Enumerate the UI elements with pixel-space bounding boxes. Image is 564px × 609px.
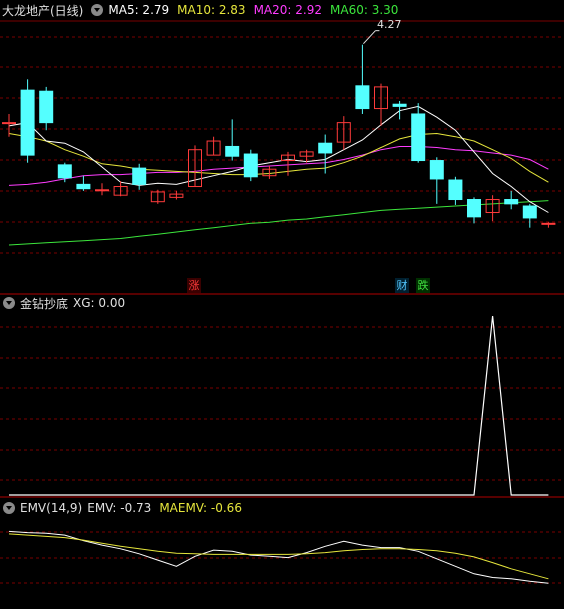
xg-legend: 金钻抄底 XG: 0.00	[0, 294, 128, 312]
candle-body	[132, 167, 147, 185]
candle-body	[429, 160, 444, 180]
main-menu-icon[interactable]	[91, 4, 104, 16]
candle-body	[541, 222, 556, 225]
series-line-ma20	[8, 146, 549, 186]
emv-legend: EMV(14,9) EMV: -0.73 MAEMV: -0.66	[0, 499, 245, 517]
candle-body	[2, 122, 16, 125]
series-line-ma5	[8, 105, 549, 213]
candle-body	[57, 164, 72, 179]
maemv-value: MAEMV: -0.66	[159, 501, 242, 515]
candle-body	[448, 179, 463, 201]
ma5-label: MA5: 2.79	[108, 3, 170, 17]
emv-menu-icon[interactable]	[3, 502, 15, 514]
candle-body	[76, 183, 91, 190]
candle-body	[411, 113, 426, 162]
stock-title: 大龙地产(日线)	[2, 3, 84, 18]
candle-body	[522, 205, 537, 219]
candle-body	[392, 103, 407, 107]
candle-body	[225, 145, 240, 157]
candle-body	[243, 153, 258, 178]
series-line-xg	[9, 315, 549, 496]
max-price-label: 4.27	[377, 18, 402, 31]
candle-body	[20, 89, 35, 156]
ma20-label: MA20: 2.92	[253, 3, 322, 17]
candle-body	[355, 85, 370, 110]
xg-menu-icon[interactable]	[3, 297, 15, 309]
ma60-label: MA60: 3.30	[330, 3, 399, 17]
main-legend: 大龙地产(日线) MA5: 2.79 MA10: 2.83 MA20: 2.92…	[0, 1, 401, 19]
signal-rise: 涨	[187, 278, 201, 293]
emv-value: EMV: -0.73	[87, 501, 152, 515]
signal-finance: 财	[395, 278, 409, 293]
emv-title: EMV(14,9)	[20, 501, 83, 515]
series-line-emv	[8, 530, 549, 584]
candle-body	[467, 199, 481, 218]
candle-body	[95, 189, 109, 192]
candle-body	[504, 199, 519, 205]
xg-title: 金钻抄底	[20, 296, 69, 311]
candle-body	[39, 90, 54, 124]
ma10-label: MA10: 2.83	[177, 3, 246, 17]
candle-body	[318, 142, 333, 154]
signal-fall: 跌	[416, 278, 430, 293]
series-line-maemv	[8, 533, 549, 580]
xg-value: XG: 0.00	[73, 296, 126, 310]
